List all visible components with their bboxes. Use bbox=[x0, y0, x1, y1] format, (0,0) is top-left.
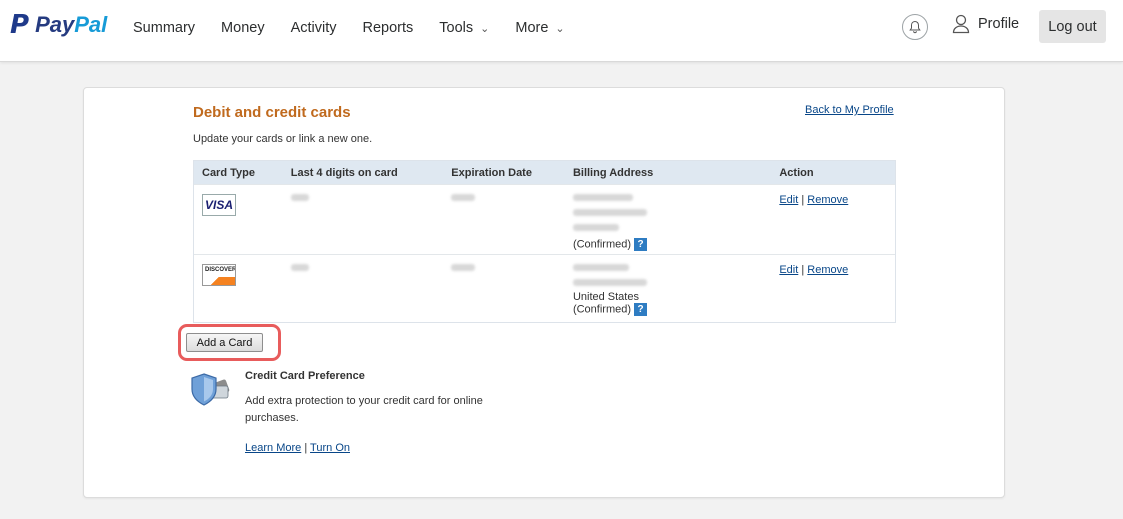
cards-panel: Debit and credit cards Back to My Profil… bbox=[83, 87, 1005, 498]
remove-card-link[interactable]: Remove bbox=[807, 194, 848, 206]
preference-links: Learn More | Turn On bbox=[245, 442, 350, 454]
nav-more-label: More bbox=[515, 20, 549, 36]
address-country: United States bbox=[572, 291, 639, 303]
learn-more-link[interactable]: Learn More bbox=[245, 442, 301, 454]
col-card-type: Card Type bbox=[202, 166, 255, 179]
col-action: Action bbox=[779, 166, 814, 179]
logout-button[interactable]: Log out bbox=[1039, 10, 1106, 43]
edit-card-link[interactable]: Edit bbox=[779, 264, 798, 276]
chevron-down-icon: ⌄ bbox=[555, 22, 565, 35]
nav-reports-label: Reports bbox=[362, 20, 414, 36]
edit-card-link[interactable]: Edit bbox=[779, 194, 798, 206]
back-to-profile-link[interactable]: Back to My Profile bbox=[805, 104, 894, 116]
nav-activity[interactable]: Activity bbox=[291, 20, 337, 36]
paypal-wordmark: PayPal bbox=[35, 12, 108, 37]
row-actions: Edit | Remove bbox=[779, 194, 849, 206]
remove-card-link[interactable]: Remove bbox=[807, 264, 848, 276]
page-title: Debit and credit cards bbox=[193, 104, 351, 121]
notifications-bell-icon[interactable] bbox=[902, 14, 928, 40]
col-billing-address: Billing Address bbox=[572, 166, 654, 179]
nav-activity-label: Activity bbox=[290, 20, 337, 36]
user-icon bbox=[952, 14, 970, 34]
address-status: (Confirmed) bbox=[572, 303, 632, 316]
last-4-digits-redacted bbox=[283, 255, 444, 322]
address-status: (Confirmed) bbox=[572, 238, 632, 251]
profile-menu[interactable]: Profile bbox=[951, 14, 1019, 34]
preference-title: Credit Card Preference bbox=[245, 370, 365, 382]
nav-summary[interactable]: Summary bbox=[133, 20, 195, 36]
nav-money[interactable]: Money bbox=[221, 20, 265, 36]
nav-tools[interactable]: Tools ⌄ bbox=[439, 20, 489, 36]
top-navigation: P PayPal Summary Money Activity Reports … bbox=[0, 0, 1123, 62]
nav-money-label: Money bbox=[221, 20, 265, 36]
nav-tools-label: Tools bbox=[439, 20, 474, 36]
col-expiration-date: Expiration Date bbox=[451, 166, 532, 179]
last-4-digits-redacted bbox=[283, 185, 444, 254]
col-last-4-digits: Last 4 digits on card bbox=[290, 166, 398, 179]
add-card-button[interactable]: Add a Card bbox=[186, 333, 263, 352]
cards-table: Card Type Last 4 digits on card Expirati… bbox=[193, 160, 896, 323]
paypal-logo[interactable]: P PayPal bbox=[10, 12, 107, 38]
help-icon[interactable]: ? bbox=[634, 238, 648, 251]
turn-on-link[interactable]: Turn On bbox=[310, 442, 350, 454]
billing-address: United States (Confirmed)? bbox=[565, 255, 771, 322]
expiration-date-redacted bbox=[443, 185, 565, 254]
billing-address: (Confirmed)? bbox=[565, 185, 771, 254]
shield-card-icon bbox=[190, 370, 232, 415]
expiration-date-redacted bbox=[443, 255, 565, 322]
table-row: VISA (Confirmed)? Edit | Remove bbox=[194, 184, 895, 254]
row-actions: Edit | Remove bbox=[779, 264, 849, 276]
discover-card-logo: DISCOVER bbox=[202, 264, 236, 286]
table-header: Card Type Last 4 digits on card Expirati… bbox=[194, 161, 895, 184]
paypal-p-icon: P bbox=[10, 10, 30, 40]
page-subtitle: Update your cards or link a new one. bbox=[193, 133, 373, 145]
profile-label: Profile bbox=[978, 16, 1020, 32]
nav-summary-label: Summary bbox=[133, 20, 196, 36]
preference-description: Add extra protection to your credit card… bbox=[245, 395, 483, 424]
chevron-down-icon: ⌄ bbox=[480, 22, 490, 35]
main-nav: Summary Money Activity Reports Tools ⌄ Mo… bbox=[133, 20, 591, 36]
nav-reports[interactable]: Reports bbox=[363, 20, 414, 36]
nav-more[interactable]: More ⌄ bbox=[515, 20, 564, 36]
table-row: DISCOVER United States (Confirmed)? Edit… bbox=[194, 254, 895, 322]
visa-card-logo: VISA bbox=[202, 194, 236, 216]
help-icon[interactable]: ? bbox=[634, 303, 648, 316]
